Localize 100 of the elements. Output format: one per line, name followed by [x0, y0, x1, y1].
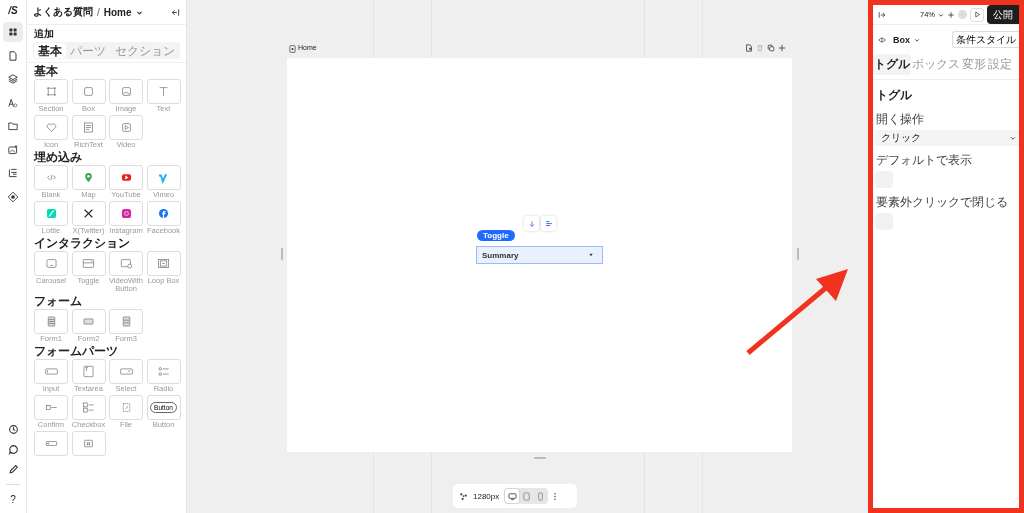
summary-dropdown[interactable]: Summary [476, 246, 603, 264]
add-elements-icon[interactable] [3, 22, 23, 42]
field-label: デフォルトで表示 [875, 152, 973, 169]
play-icon [973, 11, 981, 18]
widget-icon [82, 121, 95, 134]
align-button[interactable] [541, 216, 556, 231]
widget-tile[interactable] [71, 395, 106, 420]
widget-tile[interactable] [34, 201, 68, 226]
add-page-icon[interactable] [745, 44, 753, 52]
widget-tile[interactable] [34, 251, 68, 276]
widget-icon [82, 365, 95, 378]
widget-tile[interactable] [109, 115, 143, 140]
align-left-icon [544, 219, 553, 228]
tab[interactable]: 基本 [34, 43, 67, 58]
widget-tile[interactable] [71, 309, 106, 334]
section-title: インタラクション [34, 237, 131, 250]
panel-title: 追加 [33, 27, 55, 41]
widget-tile[interactable] [146, 201, 181, 226]
widget-icon [44, 365, 58, 378]
widget-icon [82, 437, 95, 450]
widget-tile[interactable] [34, 431, 68, 456]
widget-icon [82, 401, 95, 414]
widget-tile[interactable] [109, 165, 143, 190]
widget-tile[interactable] [109, 395, 143, 420]
widget-icon [82, 85, 95, 98]
help-button[interactable]: ? [10, 494, 16, 505]
widget-tile[interactable] [71, 359, 106, 384]
widget-icon [157, 207, 170, 220]
publish-button[interactable]: 公開 [987, 5, 1019, 24]
widget-icon [44, 257, 58, 270]
expand-icon[interactable] [878, 10, 886, 19]
widget-icon [119, 171, 133, 184]
widget-tile[interactable] [109, 201, 143, 226]
pencil-icon[interactable] [7, 464, 19, 475]
device-button[interactable] [505, 489, 520, 503]
field-label: 要素外クリックで閉じる [875, 194, 1009, 211]
widget-icon [157, 171, 170, 184]
widget-icon [44, 207, 58, 220]
widget-icon [157, 365, 170, 378]
monitor-icon [507, 491, 517, 501]
project-name[interactable]: よくある質問 [33, 5, 93, 19]
arrow-down-icon [527, 219, 536, 228]
widget-icon [119, 365, 133, 378]
duplicate-icon[interactable] [767, 44, 775, 52]
widget-tile[interactable] [34, 309, 68, 334]
comment-icon[interactable] [7, 444, 19, 455]
width-label: 1280px [473, 491, 500, 501]
page-icon [289, 45, 296, 53]
visibility-icon[interactable] [878, 35, 886, 44]
tablet-icon [521, 491, 531, 501]
preview-button[interactable] [970, 7, 984, 22]
selection-badge: Toggle [477, 230, 515, 241]
chevron-down-icon[interactable] [938, 11, 944, 18]
widget-tile[interactable] [109, 79, 143, 104]
plus-icon[interactable] [947, 10, 955, 19]
breakpoint-icon[interactable] [459, 491, 468, 501]
trash-icon[interactable] [756, 44, 764, 52]
widget-tile[interactable] [109, 309, 143, 334]
conditional-style-button[interactable]: 条件スタイル [952, 31, 1019, 48]
tab[interactable]: トグル [873, 54, 911, 75]
widget-tile[interactable] [71, 431, 106, 456]
widget-icon [119, 257, 133, 270]
widget-icon [82, 207, 95, 220]
widget-tile[interactable] [71, 79, 106, 104]
widget-tile[interactable] [34, 395, 68, 420]
widget-tile[interactable] [34, 165, 68, 190]
chevron-down-icon [1010, 135, 1016, 141]
widget-icon [157, 257, 170, 270]
widget-tile[interactable] [71, 165, 106, 190]
select-field[interactable]: クリック [875, 130, 1019, 146]
element-name[interactable]: Box [893, 34, 910, 45]
widget-tile[interactable] [71, 201, 106, 226]
widget-tile[interactable] [146, 359, 181, 384]
widget-tile[interactable] [109, 359, 143, 384]
widget-tile[interactable] [146, 251, 181, 276]
widget-icon [119, 85, 133, 98]
phone-icon [535, 491, 545, 501]
widget-tile[interactable] [71, 115, 106, 140]
widget-tile[interactable] [34, 79, 68, 104]
breadcrumb-separator: / [97, 6, 100, 18]
widget-tile[interactable] [34, 115, 68, 140]
caret-icon [588, 252, 594, 258]
more-icon[interactable] [553, 491, 558, 501]
widget-icon [119, 207, 133, 220]
chevron-down-icon[interactable] [914, 36, 920, 43]
section-title: フォーム [34, 295, 83, 308]
move-down-button[interactable] [524, 216, 539, 231]
widget-tile[interactable] [109, 251, 143, 276]
section-title: 埋め込み [34, 151, 83, 164]
collapse-icon[interactable] [171, 7, 180, 17]
widget-icon [82, 257, 95, 270]
history-icon[interactable] [7, 424, 19, 435]
page-name[interactable]: Home [103, 6, 132, 18]
widget-tile[interactable] [34, 359, 68, 384]
widget-tile[interactable] [146, 165, 181, 190]
plus-icon[interactable] [778, 44, 786, 52]
widget-icon [157, 85, 170, 98]
widget-tile[interactable] [146, 79, 181, 104]
widget-icon [82, 315, 95, 328]
widget-tile[interactable] [71, 251, 106, 276]
